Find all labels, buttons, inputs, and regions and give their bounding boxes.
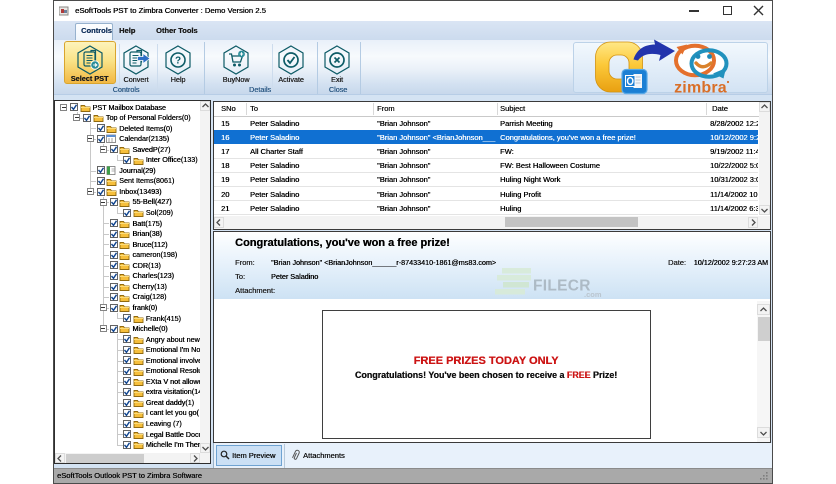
svg-text:FILECR: FILECR bbox=[533, 278, 591, 295]
svg-text:?: ? bbox=[175, 56, 181, 67]
svg-text:.com: .com bbox=[584, 290, 602, 299]
svg-text:zimbra: zimbra bbox=[674, 80, 727, 97]
